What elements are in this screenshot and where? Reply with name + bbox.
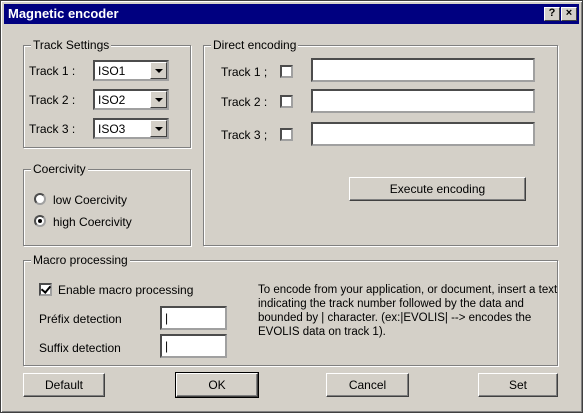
title-bar: Magnetic encoder ? × xyxy=(4,4,579,24)
direct-track-2-checkbox[interactable] xyxy=(280,95,293,108)
prefix-detection-label: Préfix detection xyxy=(39,312,122,326)
track-3-format-value: ISO3 xyxy=(98,122,126,136)
magnetic-encoder-dialog: Magnetic encoder ? × Track Settings Trac… xyxy=(0,0,583,413)
track-settings-legend: Track Settings xyxy=(31,38,112,52)
suffix-detection-label: Suffix detection xyxy=(39,341,121,355)
chevron-down-icon[interactable] xyxy=(150,91,167,108)
track-1-format-select[interactable]: ISO1 xyxy=(93,60,169,81)
direct-track-3-label: Track 3 ; xyxy=(221,128,268,142)
track-3-format-select[interactable]: ISO3 xyxy=(93,118,169,139)
direct-track-2-label: Track 2 : xyxy=(221,95,268,109)
close-button[interactable]: × xyxy=(561,7,577,21)
high-coercivity-radio[interactable] xyxy=(34,215,46,227)
direct-track-3-checkbox[interactable] xyxy=(280,128,293,141)
default-button[interactable]: Default xyxy=(23,373,105,397)
cancel-button[interactable]: Cancel xyxy=(326,373,409,397)
enable-macro-checkbox[interactable] xyxy=(39,283,52,296)
coercivity-group: Coercivity xyxy=(23,162,191,246)
prefix-detection-value: | xyxy=(165,311,169,325)
window-title: Magnetic encoder xyxy=(8,6,119,21)
track-1-format-value: ISO1 xyxy=(98,64,126,78)
track-2-setting-label: Track 2 : xyxy=(29,93,76,107)
enable-macro-label[interactable]: Enable macro processing xyxy=(58,283,193,297)
direct-track-1-input[interactable] xyxy=(311,58,535,82)
chevron-down-icon[interactable] xyxy=(150,62,167,79)
low-coercivity-label[interactable]: low Coercivity xyxy=(53,193,127,207)
suffix-detection-input[interactable]: | xyxy=(160,334,227,358)
chevron-down-icon[interactable] xyxy=(150,120,167,137)
direct-track-1-label: Track 1 ; xyxy=(221,65,268,79)
direct-track-1-checkbox[interactable] xyxy=(280,65,293,78)
high-coercivity-label[interactable]: high Coercivity xyxy=(53,215,132,229)
low-coercivity-radio[interactable] xyxy=(34,193,46,205)
track-1-setting-label: Track 1 : xyxy=(29,64,76,78)
suffix-detection-value: | xyxy=(165,339,169,353)
direct-track-2-input[interactable] xyxy=(311,89,535,113)
direct-track-3-input[interactable] xyxy=(311,122,535,146)
macro-processing-legend: Macro processing xyxy=(31,253,130,267)
macro-help-text: To encode from your application, or docu… xyxy=(258,284,558,338)
execute-encoding-button[interactable]: Execute encoding xyxy=(349,177,526,201)
ok-button[interactable]: OK xyxy=(175,372,259,398)
help-button[interactable]: ? xyxy=(544,7,560,21)
coercivity-legend: Coercivity xyxy=(31,162,88,176)
set-button[interactable]: Set xyxy=(478,373,558,397)
prefix-detection-input[interactable]: | xyxy=(160,306,227,330)
direct-encoding-legend: Direct encoding xyxy=(211,38,299,52)
track-2-format-select[interactable]: ISO2 xyxy=(93,89,169,110)
track-3-setting-label: Track 3 : xyxy=(29,122,76,136)
track-2-format-value: ISO2 xyxy=(98,93,126,107)
